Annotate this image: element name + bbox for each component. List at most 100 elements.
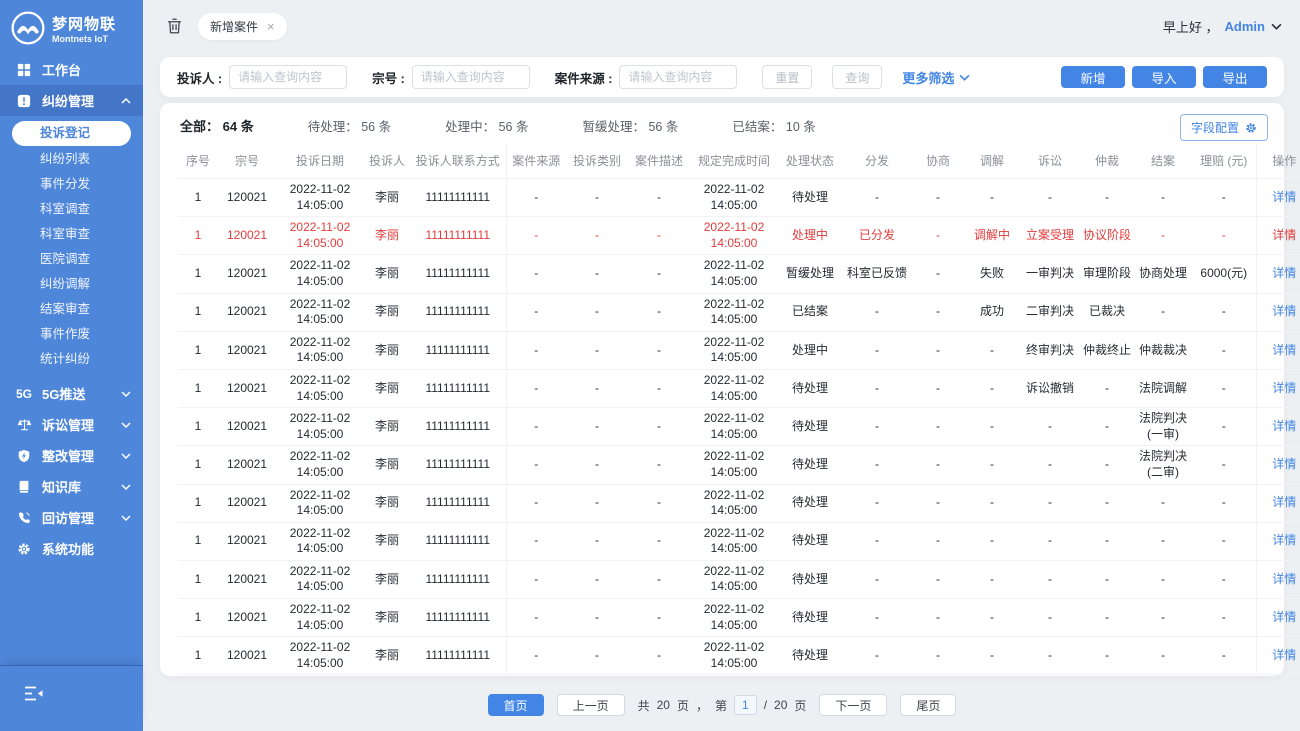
detail-link[interactable]: 详情 (1272, 266, 1296, 280)
detail-link[interactable]: 详情 (1272, 572, 1296, 586)
greeting: 早上好 ， Admin (1163, 17, 1282, 36)
last-page-button[interactable]: 尾页 (900, 694, 956, 716)
cell-deadline: 2022-11-02 14:05:00 (690, 637, 778, 675)
reset-button[interactable]: 重置 (762, 65, 812, 89)
cell-phone: 11111111111 (410, 179, 506, 217)
sidebar-item-rectify[interactable]: 整改管理 (0, 440, 143, 471)
cell-dispatch: - (842, 522, 912, 560)
detail-link[interactable]: 详情 (1272, 648, 1296, 662)
detail-link[interactable]: 详情 (1272, 343, 1296, 357)
close-icon[interactable]: × (267, 20, 275, 33)
stat-item-2: 处理中： 56 条 (445, 116, 528, 135)
detail-link[interactable]: 详情 (1272, 381, 1296, 395)
sidebar-item-workbench[interactable]: 工作台 (0, 54, 143, 85)
export-button[interactable]: 导出 (1203, 66, 1267, 88)
cell-negotiate: - (912, 637, 964, 675)
sidebar-subitem-9[interactable]: 统计纠纷 (0, 347, 143, 372)
search-button[interactable]: 查询 (832, 65, 882, 89)
cell-category: - (566, 369, 628, 407)
cell-lawsuit: - (1020, 599, 1080, 637)
cell-phone: 11111111111 (410, 522, 506, 560)
cell-lawsuit: - (1020, 484, 1080, 522)
detail-link[interactable]: 详情 (1272, 457, 1296, 471)
cell-lawsuit: - (1020, 408, 1080, 446)
cell-deadline: 2022-11-02 14:05:00 (690, 217, 778, 255)
cell-status: 待处理 (778, 408, 842, 446)
prev-page-button[interactable]: 上一页 (557, 694, 625, 716)
import-button[interactable]: 导入 (1132, 66, 1196, 88)
sidebar-subitem-7[interactable]: 结案审查 (0, 297, 143, 322)
first-page-button[interactable]: 首页 (488, 694, 544, 716)
cell-dispatch: - (842, 637, 912, 675)
sidebar-item-knowledge[interactable]: 知识库 (0, 471, 143, 502)
detail-link[interactable]: 详情 (1272, 419, 1296, 433)
sidebar-subitem-2[interactable]: 事件分发 (0, 172, 143, 197)
cell-seq: 1 (178, 179, 218, 217)
case-no-input[interactable] (412, 65, 530, 89)
sidebar-item-litigation[interactable]: 诉讼管理 (0, 409, 143, 440)
detail-link[interactable]: 详情 (1272, 304, 1296, 318)
cell-seq: 1 (178, 217, 218, 255)
cell-mediate: - (964, 522, 1020, 560)
cell-action: 详情 (1256, 408, 1300, 446)
cell-description: - (628, 484, 690, 522)
cell-action: 详情 (1256, 369, 1300, 407)
sidebar-subitem-4[interactable]: 科室审查 (0, 222, 143, 247)
table-row-5: 11200212022-11-02 14:05:00李丽11111111111-… (178, 369, 1300, 407)
col-header-action: 操作 (1256, 143, 1300, 179)
sidebar-subitem-6[interactable]: 纠纷调解 (0, 272, 143, 297)
sidebar-item-label: 知识库 (42, 477, 81, 496)
detail-link[interactable]: 详情 (1272, 190, 1296, 204)
tab-new-case[interactable]: 新增案件 × (198, 13, 287, 40)
cell-close: 法院调解 (1134, 369, 1192, 407)
user-menu[interactable]: Admin (1225, 19, 1265, 34)
trash-icon[interactable] (167, 18, 182, 34)
stat-item-1: 待处理： 56 条 (308, 116, 391, 135)
cell-compensation: - (1192, 293, 1256, 331)
table-row-4: 11200212022-11-02 14:05:00李丽11111111111-… (178, 331, 1300, 369)
cell-category: - (566, 599, 628, 637)
chevron-down-icon[interactable] (1271, 23, 1282, 30)
cell-seq: 1 (178, 522, 218, 560)
cell-source: - (506, 255, 566, 293)
sidebar-subitem-8[interactable]: 事件作废 (0, 322, 143, 347)
cell-compensation: - (1192, 446, 1256, 484)
cell-lawsuit: - (1020, 560, 1080, 598)
cell-date: 2022-11-02 14:05:00 (276, 408, 364, 446)
sidebar-item-system[interactable]: 系统功能 (0, 533, 143, 564)
stat-item-4: 已结案： 10 条 (732, 116, 815, 135)
cell-description: - (628, 637, 690, 675)
cell-lawsuit: 诉讼撤销 (1020, 369, 1080, 407)
chevron-down-icon (121, 453, 131, 459)
cell-status: 待处理 (778, 599, 842, 637)
col-header-complainant: 投诉人 (364, 143, 410, 179)
sidebar-item-dispute[interactable]: 纠纷管理 (0, 85, 143, 116)
detail-link[interactable]: 详情 (1272, 228, 1296, 242)
sidebar-subitem-1[interactable]: 纠纷列表 (0, 147, 143, 172)
detail-link[interactable]: 详情 (1272, 610, 1296, 624)
case-source-input[interactable] (619, 65, 737, 89)
collapse-sidebar-icon[interactable] (24, 686, 44, 701)
detail-link[interactable]: 详情 (1272, 533, 1296, 547)
montnets-logo-icon (10, 10, 46, 46)
complainant-input[interactable] (229, 65, 347, 89)
more-filters-toggle[interactable]: 更多筛选 (902, 68, 970, 87)
cell-status: 待处理 (778, 484, 842, 522)
detail-link[interactable]: 详情 (1272, 495, 1296, 509)
table-body: 11200212022-11-02 14:05:00李丽11111111111-… (178, 179, 1300, 675)
sidebar-subitem-3[interactable]: 科室调查 (0, 197, 143, 222)
sidebar-item-label: 工作台 (42, 60, 81, 79)
cell-caseNo: 120021 (218, 331, 276, 369)
cell-date: 2022-11-02 14:05:00 (276, 522, 364, 560)
cell-lawsuit: 终审判决 (1020, 331, 1080, 369)
logo-title: 梦网物联 (52, 13, 116, 34)
add-button[interactable]: 新增 (1061, 66, 1125, 88)
sidebar-item-revisit[interactable]: 回访管理 (0, 502, 143, 533)
sidebar-subitem-5[interactable]: 医院调查 (0, 247, 143, 272)
field-config-button[interactable]: 字段配置 (1180, 114, 1268, 141)
sidebar-item-5g-push[interactable]: 5G 5G推送 (0, 378, 143, 409)
cell-mediate: 失败 (964, 255, 1020, 293)
sidebar-subitem-0[interactable]: 投诉登记 (12, 121, 131, 146)
table-row-1: 11200212022-11-02 14:05:00李丽11111111111-… (178, 217, 1300, 255)
next-page-button[interactable]: 下一页 (819, 694, 887, 716)
